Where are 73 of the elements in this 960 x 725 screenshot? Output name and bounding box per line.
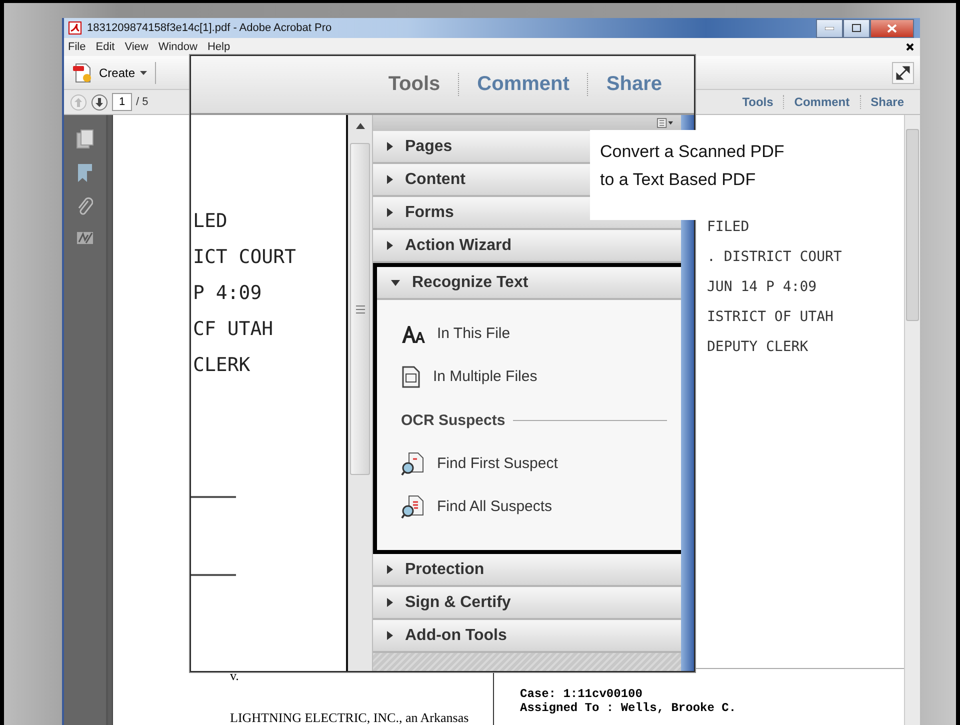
letters-icon xyxy=(401,324,425,342)
stamp-text: CLERK xyxy=(193,354,252,376)
pane-tab[interactable]: Tools xyxy=(732,95,784,109)
document-text: v. xyxy=(230,668,240,684)
panel-section-header[interactable]: Recognize Text xyxy=(377,267,681,300)
expand-triangle-icon xyxy=(387,175,393,184)
panel-section-header[interactable]: Add-on Tools xyxy=(373,620,681,653)
scrollbar[interactable] xyxy=(348,115,373,671)
panel-options-icon[interactable] xyxy=(657,118,673,128)
expand-triangle-icon xyxy=(387,598,393,607)
stamp-text: JUN 14 P 4:09 xyxy=(707,279,818,295)
stamp-text: CF UTAH xyxy=(193,318,274,340)
stamp-text: . DISTRICT COURT xyxy=(707,249,843,265)
maximize-icon xyxy=(852,24,861,32)
create-button[interactable]: Create xyxy=(70,60,150,86)
section-heading: OCR Suspects xyxy=(401,412,506,428)
close-icon xyxy=(887,24,897,32)
panel-section-header[interactable]: Sign & Certify xyxy=(373,587,681,620)
stamp-text: DEPUTY CLERK xyxy=(707,339,810,355)
close-button[interactable] xyxy=(870,18,914,38)
minimize-button[interactable] xyxy=(816,18,843,38)
pane-tab[interactable]: Comment xyxy=(458,73,588,96)
stamp-text: FILED xyxy=(707,219,750,235)
minimize-icon xyxy=(825,26,834,30)
page-magnifier-icon xyxy=(401,494,425,518)
expand-triangle-icon xyxy=(387,142,393,151)
stamp-text: ISTRICT OF UTAH xyxy=(707,309,834,325)
maximize-button[interactable] xyxy=(843,18,870,38)
pane-tab[interactable]: Comment xyxy=(783,95,860,109)
tool-item[interactable]: Find First Suspect xyxy=(401,442,667,485)
diagonal-arrows-icon xyxy=(896,66,910,80)
stamp-text: P 4:09 xyxy=(193,282,263,304)
stamp-text: LED xyxy=(193,210,228,232)
close-icon[interactable] xyxy=(906,43,914,51)
tool-item[interactable]: Find All Suspects xyxy=(401,485,667,528)
scrollbar[interactable] xyxy=(904,115,920,725)
collapse-triangle-icon xyxy=(391,280,400,286)
page-count: / 5 xyxy=(136,96,148,108)
page-magnifier-icon xyxy=(401,452,425,476)
expand-triangle-icon xyxy=(387,208,393,217)
pane-tab[interactable]: Tools xyxy=(370,73,458,96)
case-text: Assigned To : Wells, Brooke C. xyxy=(520,701,738,715)
bookmark-icon[interactable] xyxy=(77,163,93,183)
pages-icon[interactable] xyxy=(76,129,94,149)
page-number-field[interactable]: 1 xyxy=(112,93,132,111)
expand-triangle-icon xyxy=(387,631,393,640)
panel-section-header[interactable]: Action Wizard xyxy=(373,230,681,263)
expand-triangle-icon xyxy=(387,241,393,250)
paperclip-icon[interactable] xyxy=(77,197,93,217)
stamp-text: ICT COURT xyxy=(193,246,297,268)
tool-item[interactable]: In This File xyxy=(401,312,667,355)
pdf-file-icon xyxy=(68,21,82,35)
signature-icon[interactable] xyxy=(76,231,94,245)
window-title: 1831209874158f3e14c[1].pdf - Adobe Acrobat Pro xyxy=(87,22,332,34)
scroll-up-icon xyxy=(356,123,364,129)
expand-triangle-icon xyxy=(387,565,393,574)
menu-item[interactable]: Edit xyxy=(96,41,115,53)
pane-tab[interactable]: Share xyxy=(587,73,680,96)
panel-section-header[interactable]: Protection xyxy=(373,554,681,587)
grip-icon xyxy=(356,304,364,314)
next-page-icon[interactable] xyxy=(91,94,108,110)
menu-item[interactable]: Help xyxy=(207,41,230,53)
menu-item[interactable]: View xyxy=(124,41,148,53)
full-screen-button[interactable] xyxy=(892,62,914,84)
menu-item[interactable]: Window xyxy=(158,41,198,53)
document-page-icon xyxy=(401,366,421,388)
tool-item[interactable]: In Multiple Files xyxy=(401,355,667,398)
pdf-create-icon xyxy=(72,62,94,84)
case-text: Case: 1:11cv00100 xyxy=(520,687,644,701)
pane-tab[interactable]: Share xyxy=(860,95,914,109)
document-text: LIGHTNING ELECTRIC, INC., an Arkansas xyxy=(230,710,470,725)
caret-icon xyxy=(140,70,148,74)
menu-item[interactable]: File xyxy=(68,41,86,53)
